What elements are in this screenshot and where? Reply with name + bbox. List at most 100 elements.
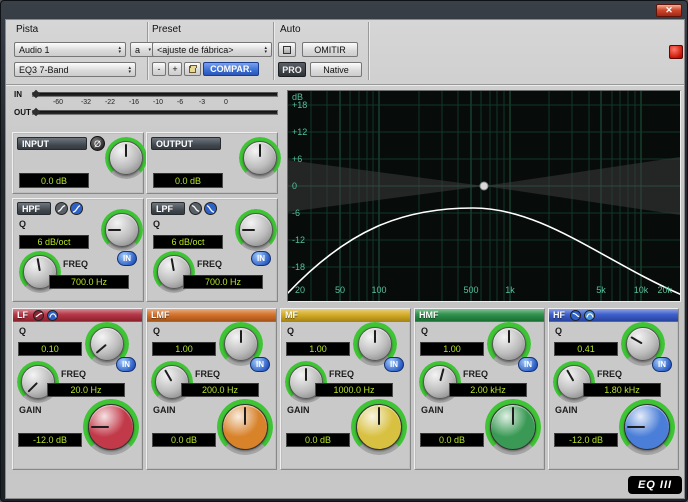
gain-knob[interactable]	[624, 404, 670, 450]
freq-value[interactable]: 1000.0 Hz	[315, 383, 393, 397]
eq-graph[interactable]: dB +18 +12 +6 0 -6 -12 -18 20 50 100 500…	[287, 90, 681, 302]
q-knob[interactable]	[224, 327, 258, 361]
lpf-in-button[interactable]: IN	[251, 251, 271, 266]
gain-value[interactable]: -12.0 dB	[18, 433, 82, 447]
hpf-slope-value[interactable]: 6 dB/oct	[19, 235, 89, 249]
freq-label: FREQ	[197, 259, 223, 269]
meter-scale-tick: -60	[52, 99, 64, 106]
lpf-slope-value[interactable]: 6 dB/oct	[153, 235, 223, 249]
auto-mode-icon	[283, 45, 291, 54]
preset-section-label: Preset	[152, 24, 181, 35]
hpf-type-selected-icon[interactable]	[70, 202, 83, 215]
hpf-in-button[interactable]: IN	[117, 251, 137, 266]
band-header: HF	[549, 309, 678, 322]
meter-in-label: IN	[14, 90, 22, 99]
gain-value[interactable]: 0.0 dB	[152, 433, 216, 447]
q-value[interactable]: 1.00	[420, 342, 484, 356]
gain-value[interactable]: 0.0 dB	[286, 433, 350, 447]
freq-label: FREQ	[463, 369, 489, 379]
band-section-lf: LF Q 0.10 IN FREQ 20.0 Hz GAIN -12.0 dB	[12, 308, 143, 470]
meter-scale-tick: -6	[176, 99, 184, 106]
lpf-type-icon[interactable]	[189, 202, 202, 215]
q-value[interactable]: 1.00	[286, 342, 350, 356]
input-gain-value[interactable]: 0.0 dB	[19, 173, 89, 188]
lpf-section: LPF Q 6 dB/oct FREQ 700.0 Hz IN	[146, 198, 278, 302]
q-knob[interactable]	[90, 327, 124, 361]
meter-out-label: OUT	[14, 108, 31, 117]
band-in-button[interactable]: IN	[116, 357, 136, 372]
meter-scale-tick: -16	[128, 99, 140, 106]
output-gain-value[interactable]: 0.0 dB	[153, 173, 223, 188]
freq-value[interactable]: 1.80 kHz	[583, 383, 661, 397]
q-value[interactable]: 0.10	[18, 342, 82, 356]
input-header: INPUT	[17, 137, 87, 150]
q-value[interactable]: 1.00	[152, 342, 216, 356]
title-bar[interactable]	[1, 1, 687, 19]
hpf-q-knob[interactable]	[105, 213, 139, 247]
input-gain-knob[interactable]	[109, 141, 143, 175]
gain-label: GAIN	[555, 405, 578, 415]
eq-curve-handle[interactable]	[479, 181, 489, 191]
preset-selector-value: <ajuste de fábrica>	[157, 44, 234, 55]
input-meter	[32, 92, 278, 97]
track-selector-value: Audio 1	[19, 44, 50, 55]
eq-graph-canvas[interactable]	[288, 91, 680, 301]
lpf-q-knob[interactable]	[239, 213, 273, 247]
hpf-type-icon[interactable]	[55, 202, 68, 215]
freq-label: FREQ	[329, 369, 355, 379]
q-label: Q	[287, 326, 295, 336]
bell-type-icon[interactable]	[47, 309, 58, 321]
plugin-window: ✕ Pista Preset Auto Audio 1 ▴ ▾ a ▾ EQ3 7…	[0, 0, 688, 502]
auto-enable-button[interactable]	[278, 42, 296, 57]
librarian-button[interactable]	[184, 62, 201, 76]
track-selector[interactable]: Audio 1 ▴ ▾	[14, 42, 126, 57]
filter-slope-shading-right	[484, 157, 680, 215]
q-knob[interactable]	[492, 327, 526, 361]
shelf-type-icon[interactable]	[570, 309, 581, 321]
q-knob[interactable]	[626, 327, 660, 361]
gain-knob[interactable]	[222, 404, 268, 450]
freq-tick-label: 1k	[505, 285, 515, 295]
freq-value[interactable]: 200.0 Hz	[181, 383, 259, 397]
preset-selector[interactable]: <ajuste de fábrica> ▴ ▾	[152, 42, 272, 57]
gain-knob[interactable]	[490, 404, 536, 450]
hpf-freq-value[interactable]: 700.0 Hz	[49, 275, 129, 289]
gain-value[interactable]: 0.0 dB	[420, 433, 484, 447]
band-in-button[interactable]: IN	[652, 357, 672, 372]
bypass-button[interactable]: OMITIR	[302, 42, 358, 57]
band-label: HF	[553, 310, 565, 320]
freq-label: FREQ	[597, 369, 623, 379]
q-knob[interactable]	[358, 327, 392, 361]
freq-tick-label: 10k	[633, 285, 649, 295]
q-value[interactable]: 0.41	[554, 342, 618, 356]
shelf-type-icon[interactable]	[33, 309, 44, 321]
output-gain-knob[interactable]	[243, 141, 277, 175]
band-in-button[interactable]: IN	[250, 357, 270, 372]
freq-value[interactable]: 2.00 kHz	[449, 383, 527, 397]
native-format-button[interactable]: Native	[310, 62, 362, 77]
gain-value[interactable]: -12.0 dB	[554, 433, 618, 447]
header-divider	[368, 22, 369, 80]
next-preset-button[interactable]: +	[168, 62, 182, 76]
band-in-button[interactable]: IN	[384, 357, 404, 372]
plugin-selector[interactable]: EQ3 7-Band ▴ ▾	[14, 62, 136, 77]
target-button[interactable]	[669, 45, 683, 59]
gain-knob[interactable]	[88, 404, 134, 450]
phase-invert-button[interactable]: Ø	[90, 136, 105, 151]
db-tick-label: -12	[292, 235, 306, 245]
filter-slope-shading-left	[288, 160, 484, 212]
input-section: INPUT Ø 0.0 dB	[12, 132, 147, 194]
gain-knob[interactable]	[356, 404, 402, 450]
bell-type-icon[interactable]	[584, 309, 595, 321]
band-label: MF	[285, 310, 298, 320]
dropdown-arrows-icon: ▴ ▾	[118, 44, 121, 55]
lpf-freq-value[interactable]: 700.0 Hz	[183, 275, 263, 289]
header-groove	[6, 84, 684, 85]
freq-value[interactable]: 20.0 Hz	[47, 383, 125, 397]
close-button[interactable]: ✕	[656, 4, 682, 17]
lpf-type-selected-icon[interactable]	[204, 202, 217, 215]
previous-preset-button[interactable]: -	[152, 62, 166, 76]
pro-button[interactable]: PRO	[278, 62, 306, 77]
compare-button[interactable]: COMPAR.	[203, 62, 259, 76]
band-in-button[interactable]: IN	[518, 357, 538, 372]
